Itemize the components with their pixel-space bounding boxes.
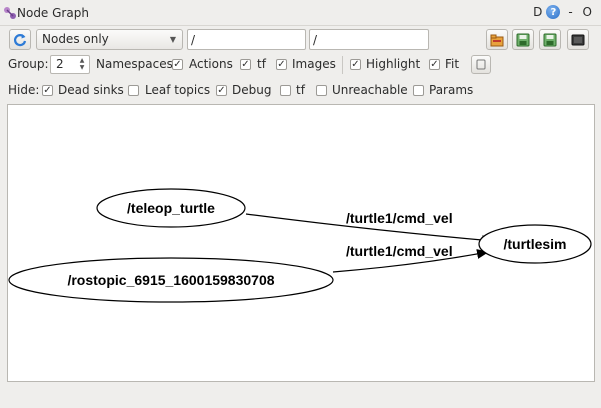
images-checkbox[interactable]: ✓ <box>276 59 287 70</box>
graph-node[interactable]: /turtlesim <box>478 224 592 264</box>
separator <box>342 56 343 74</box>
namespaces-label: Namespaces <box>96 57 173 71</box>
edge-label[interactable]: /turtle1/cmd_vel <box>346 210 453 226</box>
load-dot-button[interactable] <box>486 29 508 50</box>
chevron-down-icon: ▼ <box>169 35 176 44</box>
graph-node[interactable]: /rostopic_6915_1600159830708 <box>8 257 334 303</box>
fit-label: Fit <box>445 57 460 71</box>
fit-view-icon <box>476 59 486 70</box>
graph-svg: /turtle1/cmd_vel /turtle1/cmd_vel /teleo… <box>8 188 592 303</box>
group-label: Group: <box>8 57 49 71</box>
save-dot-button[interactable] <box>512 29 534 50</box>
namespaces-checkbox[interactable]: ✓ <box>172 59 183 70</box>
save-svg-icon <box>543 33 557 46</box>
hide-tf-label: tf <box>296 83 305 97</box>
node-label: /rostopic_6915_1600159830708 <box>67 272 274 288</box>
graph-mode-select[interactable]: Nodes only ▼ <box>36 29 183 50</box>
unreachable-checkbox[interactable] <box>316 85 327 96</box>
save-dot-icon <box>516 33 530 46</box>
options-row: Group: 2 ▲ ▼ Namespaces ✓ Actions ✓ tf ✓ … <box>0 54 601 76</box>
window-title: Node Graph <box>17 6 89 20</box>
help-icon[interactable]: ? <box>546 5 561 19</box>
refresh-icon <box>13 33 27 46</box>
dead-sinks-label: Dead sinks <box>58 83 124 97</box>
edge-label[interactable]: /turtle1/cmd_vel <box>346 243 453 259</box>
app-icon <box>4 7 16 19</box>
actions-label: Actions <box>189 57 233 71</box>
group-value: 2 <box>56 57 64 71</box>
params-checkbox[interactable] <box>413 85 424 96</box>
refresh-button[interactable] <box>9 29 31 50</box>
graph-node[interactable]: /teleop_turtle <box>96 188 246 228</box>
title-controls: D ? - O <box>533 5 595 19</box>
load-dot-icon <box>490 34 504 46</box>
hide-row: Hide: ✓ Dead sinks Leaf topics ✓ Debug t… <box>0 80 601 100</box>
window-controls[interactable]: - O <box>568 5 595 19</box>
fit-checkbox[interactable]: ✓ <box>429 59 440 70</box>
images-label: Images <box>292 57 336 71</box>
highlight-label: Highlight <box>366 57 421 71</box>
params-label: Params <box>429 83 474 97</box>
hide-label: Hide: <box>8 83 40 97</box>
topic-filter-input[interactable] <box>309 29 429 50</box>
graph-canvas[interactable]: /turtle1/cmd_vel /turtle1/cmd_vel /teleo… <box>7 104 595 382</box>
tf-checkbox[interactable]: ✓ <box>240 59 251 70</box>
leaf-topics-label: Leaf topics <box>145 83 211 97</box>
toolbar: Nodes only ▼ <box>0 28 601 52</box>
node-filter-input[interactable] <box>187 29 306 50</box>
node-label: /turtlesim <box>503 236 566 252</box>
tf-label: tf <box>257 57 266 71</box>
fit-view-button[interactable] <box>471 55 491 74</box>
status-bar <box>0 384 601 408</box>
highlight-checkbox[interactable]: ✓ <box>350 59 361 70</box>
save-svg-button[interactable] <box>539 29 561 50</box>
save-image-button[interactable] <box>567 29 589 50</box>
debug-label: Debug <box>232 83 272 97</box>
dead-sinks-checkbox[interactable]: ✓ <box>42 85 53 96</box>
graph-mode-value: Nodes only <box>42 32 109 46</box>
hide-tf-checkbox[interactable] <box>280 85 291 96</box>
unreachable-label: Unreachable <box>332 83 408 97</box>
save-image-icon <box>571 34 585 45</box>
group-spinbox[interactable]: 2 ▲ ▼ <box>50 55 90 74</box>
dock-label[interactable]: D <box>533 5 542 19</box>
debug-checkbox[interactable]: ✓ <box>216 85 227 96</box>
leaf-topics-checkbox[interactable] <box>128 85 139 96</box>
title-bar: Node Graph D ? - O <box>0 0 601 26</box>
spin-arrows-icon[interactable]: ▲ ▼ <box>77 57 87 72</box>
node-label: /teleop_turtle <box>127 200 215 216</box>
